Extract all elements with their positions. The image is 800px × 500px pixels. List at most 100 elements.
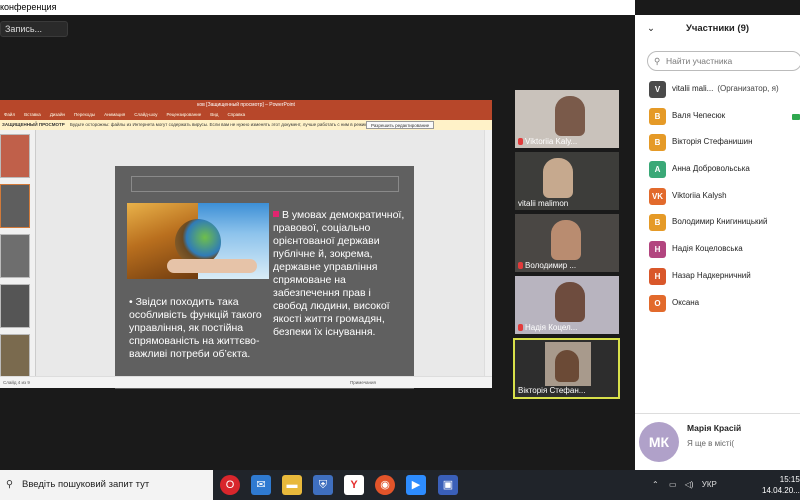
participants-title: Участники (9) [685,23,750,34]
hand-icon [167,259,257,273]
current-slide: • Звідси походить така особливість функц… [115,166,414,389]
notes-button[interactable]: Примечания [350,377,376,389]
participant-avatar: В [649,214,666,232]
chevron-down-icon[interactable]: ⌄ [647,15,655,43]
taskbar: ⚲ Введіть пошуковий запит тут O ✉ ▬ ⛨ Y … [0,470,800,500]
chevron-up-icon[interactable]: ⌃ [652,480,659,489]
ribbon-tab[interactable]: Вставка [24,112,41,117]
ribbon-tab[interactable]: Дизайн [50,112,65,117]
slide-thumbnail[interactable] [0,184,30,228]
search-icon: ⚲ [654,56,661,66]
participant-list: Vvitalii mali... (Организатор, я) В Валя Че… [647,77,800,317]
video-tile-active-speaker[interactable]: Вікторія Стефан... [513,338,620,399]
powerpoint-title: ков [Защищенный просмотр] – PowerPoint [197,102,295,108]
participant-row[interactable]: Н Назар Надкерничний [647,264,800,291]
opera-icon[interactable]: O [220,475,240,495]
recording-indicator[interactable]: Запись... [0,21,68,37]
taskbar-search-placeholder: Введіть пошуковий запит тут [22,479,150,490]
video-tile[interactable]: Надія Коцел... [515,276,619,334]
browser-icon[interactable]: ◉ [375,475,395,495]
slide-image [127,203,269,279]
participants-header: ⌄ Участники (9) [635,15,800,43]
video-tile[interactable]: Володимир ... [515,214,619,272]
chat-avatar: МК [639,422,679,462]
muted-mic-icon [518,138,523,145]
participant-name: Назар Надкерничний [672,270,751,280]
video-tile-name: Надія Коцел... [525,323,578,332]
zoom-icon[interactable]: ▶ [406,475,426,495]
participant-avatar: Н [649,267,666,285]
video-tile-name: vitalii malimon [518,199,569,208]
mail-icon[interactable]: ✉ [251,475,271,495]
clock-date: 14.04.20... [762,486,800,495]
video-tile-name: Viktoriia Kaly... [525,137,578,146]
slide-thumbnail[interactable] [0,234,30,278]
participant-name: Вікторія Стефанишин [672,137,753,147]
participant-name: vitalii mali... [672,84,714,93]
shared-screen: ков [Защищенный просмотр] – PowerPoint Ф… [0,100,492,389]
participant-row[interactable]: VK Viktoriia Kalysh [647,184,800,211]
ribbon-tab[interactable]: Файл [4,112,15,117]
folder-icon[interactable]: ▬ [282,475,302,495]
participant-row[interactable]: В Валя Чепесюк [647,104,800,131]
slide-thumbnail[interactable] [0,134,30,178]
slide-left-text: • Звідси походить така особливість функц… [129,296,262,360]
slide-right-text-content: В умовах демократичної, правової, соціал… [273,209,405,338]
participant-avatar: В [649,107,666,125]
clock-time: 15:15 [779,475,800,484]
ribbon-tab[interactable]: Слайд-шоу [134,112,157,117]
slide-thumbnail[interactable] [0,334,30,378]
slide-title-placeholder [131,176,399,192]
video-tile[interactable]: vitalii malimon [515,152,619,210]
clock[interactable]: 15:15 14.04.20... [762,474,800,496]
ribbon-tab[interactable]: Рецензирование [167,112,202,117]
participant-avatar: V [649,81,666,98]
participant-row[interactable]: В Вікторія Стефанишин [647,130,800,157]
participant-avatar: В [649,134,666,152]
participant-name: Анна Добровольська [672,164,750,174]
ribbon-tab[interactable]: Переходы [74,112,95,117]
window-title-bar: конференция [0,0,635,15]
chat-message: Я ще в місті( [687,439,735,448]
participant-avatar: VK [649,187,666,205]
network-icon[interactable]: ▭ [669,480,677,489]
participant-name: Володимир Книгиницький [672,217,768,227]
participant-avatar: А [649,161,666,179]
enable-editing-button[interactable]: Разрешить редактирование [366,121,435,129]
participant-avatar: О [649,294,666,312]
slide-scrollbar[interactable] [484,130,492,376]
powerpoint-workspace: • Звідси походить така особливість функц… [0,130,492,389]
participant-row[interactable]: В Володимир Книгиницький [647,210,800,237]
shield-icon[interactable]: ⛨ [313,475,333,495]
yandex-icon[interactable]: Y [344,475,364,495]
ribbon-tab[interactable]: Анимация [104,112,125,117]
muted-mic-icon [518,262,523,269]
participant-name: Viktoriia Kalysh [672,190,727,200]
participant-avatar: Н [649,241,666,259]
window-title: конференция [0,2,57,12]
recording-label: Запись... [5,24,43,34]
chat-notification[interactable]: МК Марія Красій Я ще в місті( [635,413,800,470]
participants-panel: ⌄ Участники (9) ⚲ Найти участника Vvital… [635,15,800,470]
video-tile-name: Володимир ... [525,261,577,270]
protected-view-bar: ЗАЩИЩЕННЫЙ ПРОСМОТР Будьте осторожны: фа… [0,120,492,130]
system-tray[interactable]: ⌃ ▭ ◁) УКР [652,470,717,500]
powerpoint-ribbon: Файл Вставка Дизайн Переходы Анимация Слайд-ш… [0,110,492,120]
powerpoint-icon[interactable]: ▣ [438,475,458,495]
taskbar-search-input[interactable]: ⚲ Введіть пошуковий запит тут [0,470,213,500]
participant-row[interactable]: Н Надія Коцеловська [647,237,800,264]
language-indicator[interactable]: УКР [702,480,717,489]
participant-name: Надія Коцеловська [672,244,743,254]
participant-name: Валя Чепесюк [672,110,726,120]
video-tile[interactable]: Viktoriia Kaly... [515,90,619,148]
powerpoint-title-bar: ков [Защищенный просмотр] – PowerPoint [0,100,492,110]
participant-row[interactable]: О Оксана [647,291,800,318]
volume-icon[interactable]: ◁) [685,480,694,489]
slide-thumbnail[interactable] [0,284,30,328]
ribbon-tab[interactable]: Вид [210,112,218,117]
participant-row[interactable]: Vvitalii mali... (Организатор, я) [647,77,800,104]
chat-sender-name: Марія Красій [687,423,742,433]
ribbon-tab[interactable]: Справка [227,112,245,117]
participant-search-input[interactable]: ⚲ Найти участника [647,51,800,71]
participant-row[interactable]: А Анна Добровольська [647,157,800,184]
